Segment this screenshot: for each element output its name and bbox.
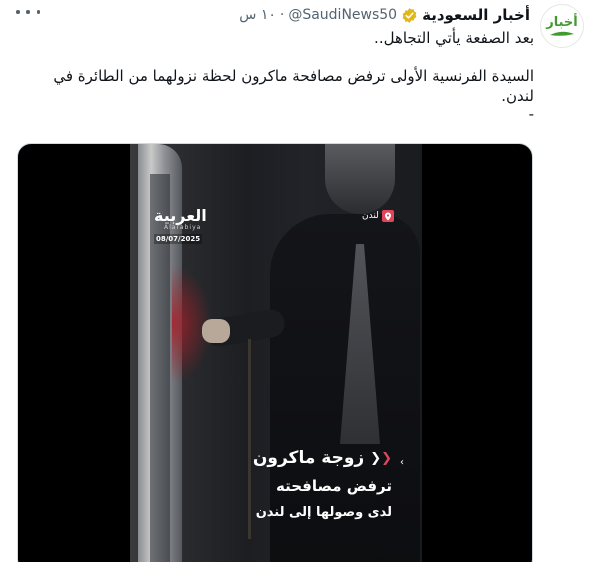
location-tag: لندن	[362, 210, 394, 222]
separator-dot: ·	[279, 7, 285, 23]
more-options-icon[interactable]	[16, 2, 40, 22]
leaf-icon	[550, 31, 574, 36]
location-label: لندن	[362, 211, 379, 221]
tweet-text-line: -	[528, 105, 534, 123]
double-chevron-icon: ❮ ❮	[370, 450, 392, 466]
video-date: 08/07/2025	[154, 234, 203, 244]
railing	[248, 339, 251, 539]
display-name[interactable]: أخبار السعودية	[422, 6, 530, 24]
person-head	[325, 144, 395, 214]
tweet-text-line: بعد الصفعة يأتي التجاهل..	[374, 29, 534, 47]
caption-line: زوجة ماكرون	[252, 448, 365, 468]
aircraft-door-inner	[150, 174, 170, 562]
person-hand	[202, 319, 230, 343]
verified-badge-icon	[402, 7, 417, 23]
avatar[interactable]: أخبار	[540, 4, 584, 48]
timestamp[interactable]: ١٠ س	[239, 7, 276, 23]
location-pin-icon	[381, 210, 394, 222]
avatar-logo-text: أخبار	[546, 14, 578, 30]
channel-logo-sub: Alarabiya	[164, 224, 202, 231]
channel-logo: العربية	[154, 206, 207, 225]
video-player[interactable]: العربية Alarabiya 08/07/2025 لندن ‹ ❮ ❮ ز…	[17, 143, 533, 562]
tweet-header: أخبار السعودية @SaudiNews50 · ١٠ س	[239, 4, 530, 26]
chevron-left-icon: ‹	[400, 457, 404, 468]
caption-line: لدى وصولها إلى لندن	[255, 505, 392, 520]
tweet[interactable]: أخبار أخبار السعودية @SaudiNews50 · ١٠ س…	[0, 0, 596, 562]
caption-line: ترفض مصافحته	[275, 477, 392, 495]
video-caption: ❮ ❮ زوجة ماكرون ترفض مصافحته لدى وصولها إ…	[253, 444, 392, 526]
tweet-text-line: السيدة الفرنسية الأولى ترفض مصافحة ماكرو…	[53, 67, 534, 105]
video-frame[interactable]: العربية Alarabiya 08/07/2025 لندن ‹ ❮ ❮ ز…	[130, 144, 422, 562]
user-handle[interactable]: @SaudiNews50	[288, 7, 397, 23]
